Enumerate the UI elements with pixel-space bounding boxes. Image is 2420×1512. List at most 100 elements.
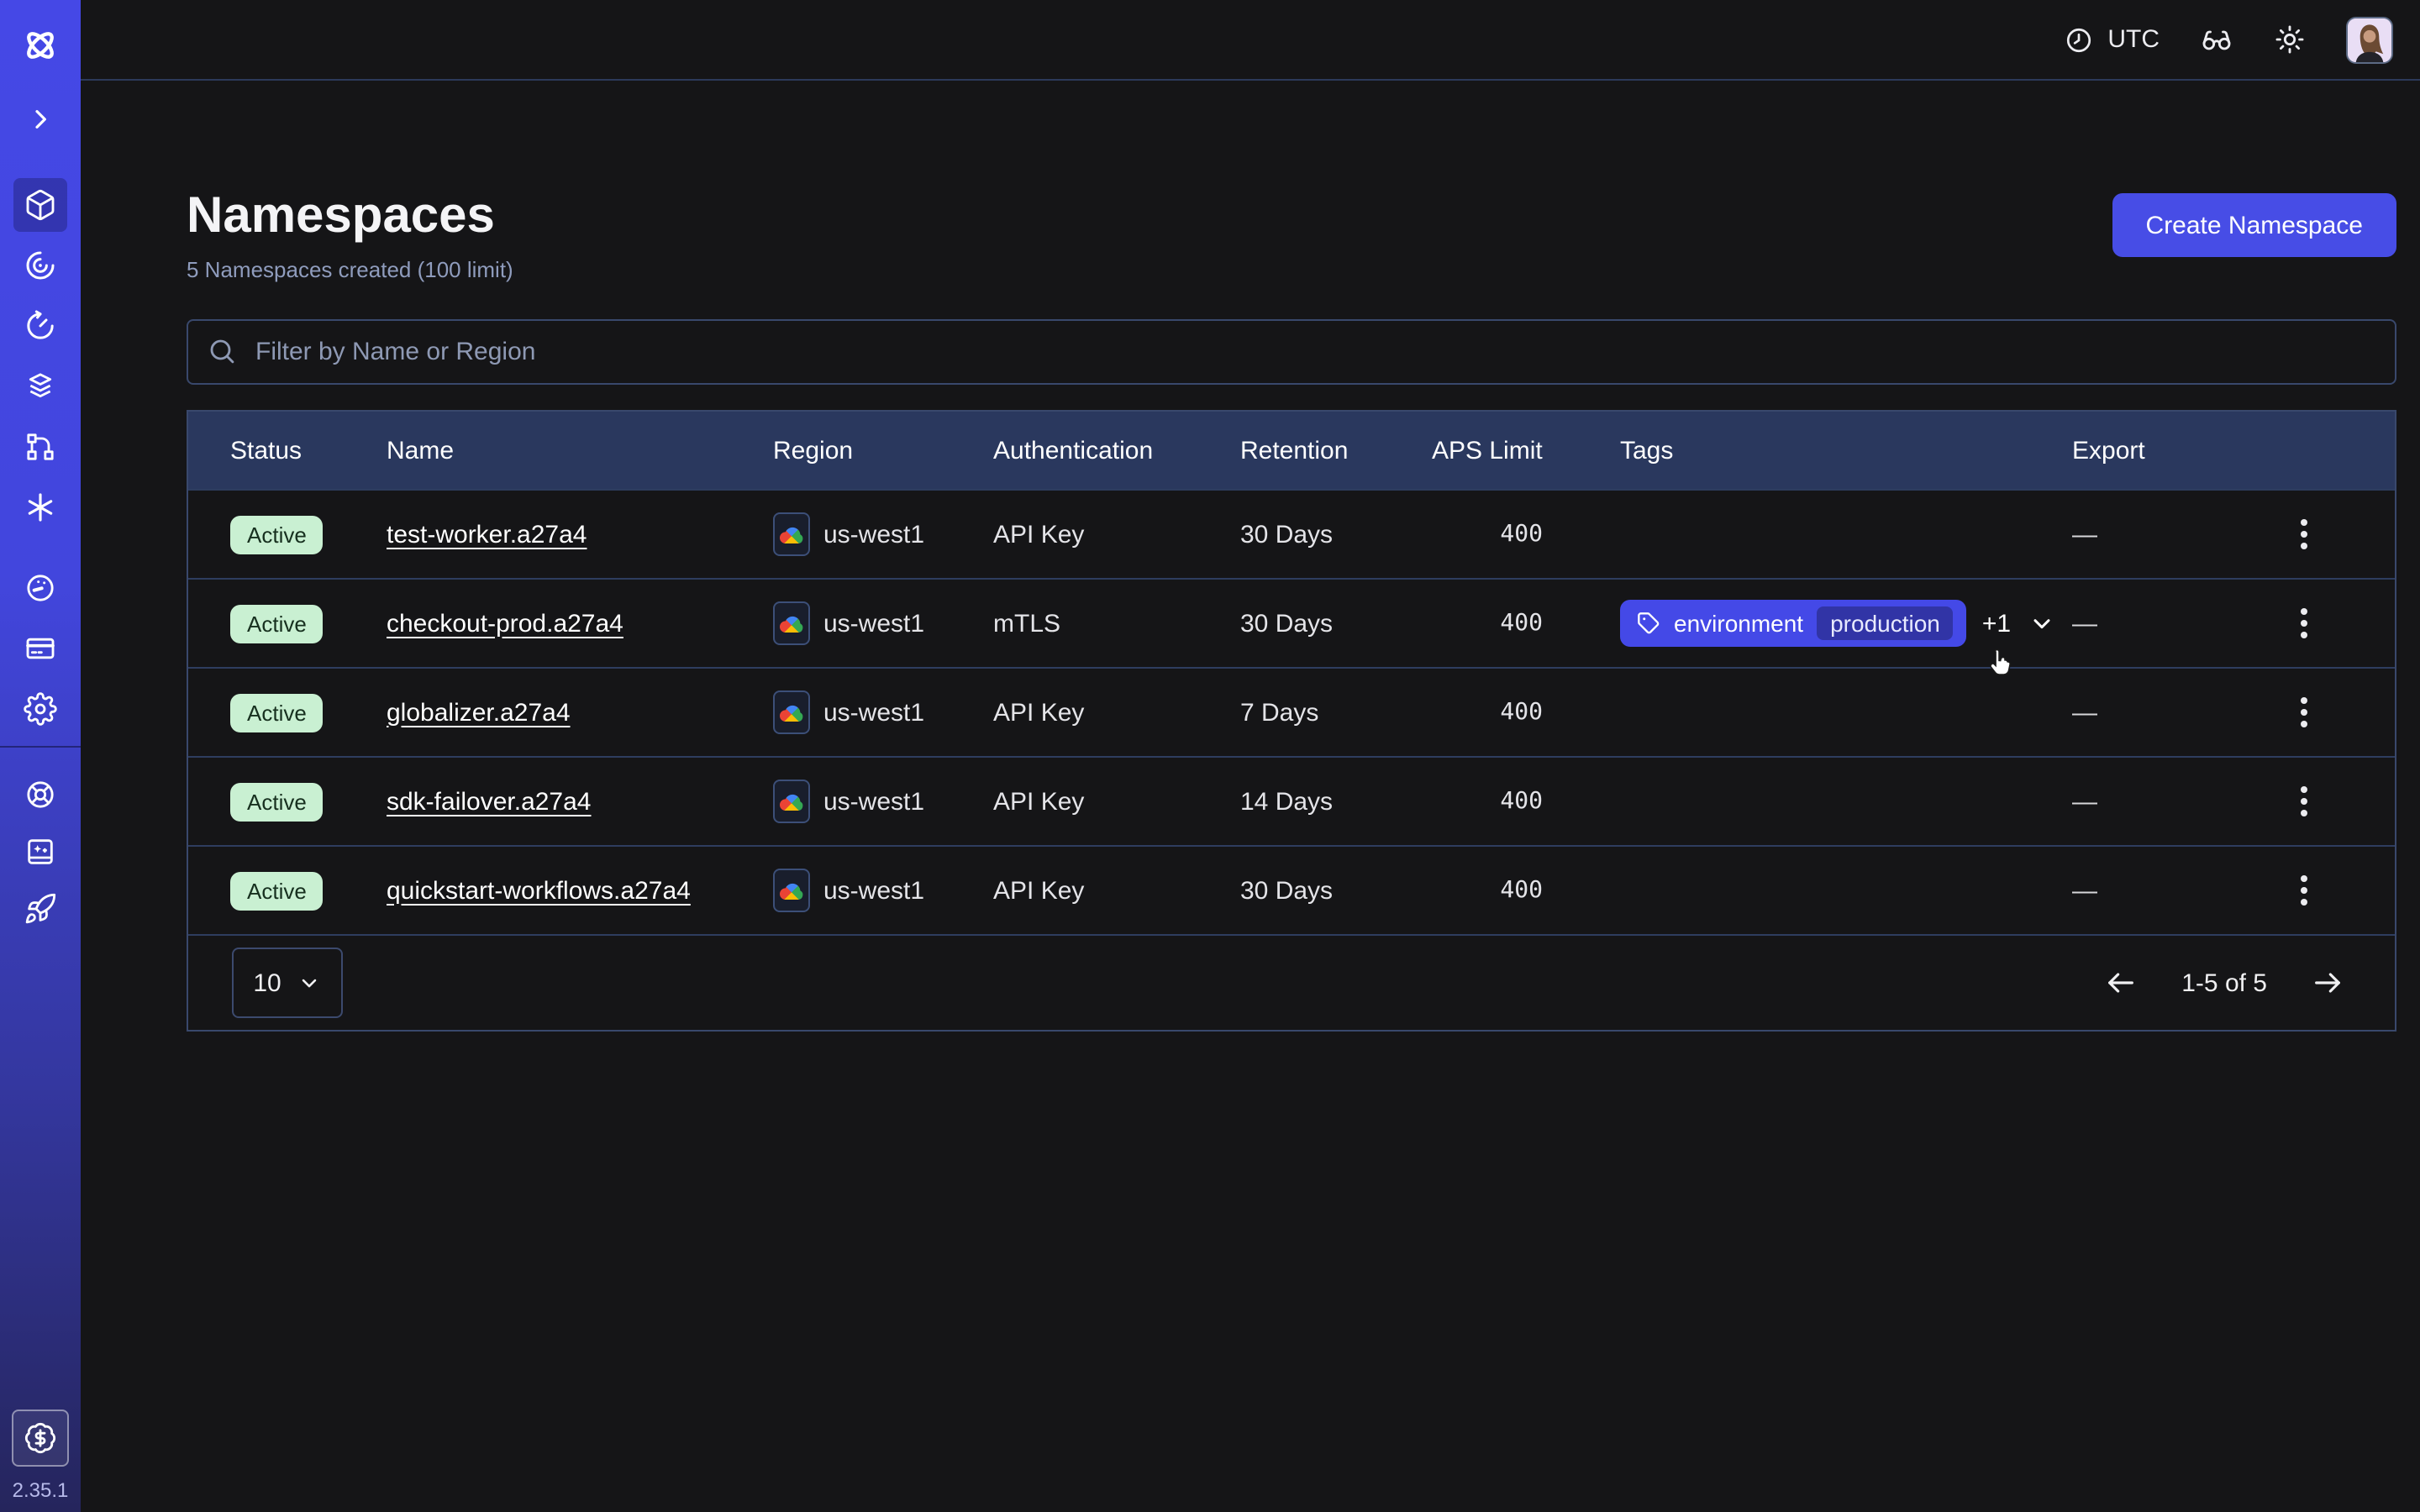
table-row: Active test-worker.a27a4 us-west1 API Ke…: [188, 489, 2395, 578]
status-badge: Active: [230, 871, 324, 910]
tags-cell: environment production +1: [1597, 600, 2049, 647]
temporal-logo[interactable]: [13, 18, 67, 72]
row-menu-button[interactable]: [2291, 865, 2317, 916]
arrow-left-icon: [2104, 966, 2138, 1000]
status-badge: Active: [230, 693, 324, 732]
page-subtitle: 5 Namespaces created (100 limit): [187, 257, 513, 282]
row-menu-button[interactable]: [2291, 509, 2317, 559]
auth-value: API Key: [970, 698, 1217, 727]
sidebar-item-getting-started[interactable]: [13, 882, 67, 936]
sidebar-item-namespaces[interactable]: [13, 178, 67, 232]
auth-value: mTLS: [970, 609, 1217, 638]
lifebuoy-icon: [24, 778, 57, 811]
auth-value: API Key: [970, 520, 1217, 549]
cube-icon: [24, 188, 57, 222]
tag-pill[interactable]: environment production: [1620, 600, 1967, 647]
sidebar-expand-button[interactable]: [13, 92, 67, 146]
region-label: us-west1: [823, 787, 924, 816]
gauge-icon: [24, 571, 57, 605]
branch-icon: [24, 430, 57, 464]
sidebar-item-usage[interactable]: [13, 561, 67, 615]
row-menu-button[interactable]: [2291, 687, 2317, 738]
page-title: Namespaces: [187, 188, 513, 245]
pagination-range: 1-5 of 5: [2181, 969, 2267, 997]
namespace-link[interactable]: quickstart-workflows.a27a4: [387, 876, 691, 905]
auth-value: API Key: [970, 787, 1217, 816]
clock-icon: [2064, 24, 2094, 55]
region-label: us-west1: [823, 876, 924, 905]
tag-value: production: [1817, 606, 1954, 640]
table-header-row: Status Name Region Authentication Retent…: [188, 412, 2395, 489]
previous-page-button[interactable]: [2097, 959, 2144, 1006]
export-value: —: [2049, 787, 2190, 816]
status-badge: Active: [230, 515, 324, 554]
tags-more-count: +1: [1982, 609, 2011, 638]
table-row: Active quickstart-workflows.a27a4 us-wes…: [188, 845, 2395, 934]
column-header-tags: Tags: [1597, 436, 2049, 465]
spiral-icon: [24, 249, 57, 282]
google-cloud-icon: [773, 690, 810, 734]
column-header-retention: Retention: [1217, 436, 1408, 465]
search-icon: [207, 336, 237, 366]
sidebar-item-support[interactable]: [13, 768, 67, 822]
main-content: Namespaces 5 Namespaces created (100 lim…: [81, 81, 2420, 1512]
row-menu-button[interactable]: [2291, 598, 2317, 648]
row-menu-button[interactable]: [2291, 776, 2317, 827]
book-sparkle-icon: [24, 835, 57, 869]
sun-icon: [2274, 24, 2306, 55]
sidebar-item-settings[interactable]: [13, 682, 67, 736]
table-pagination: 10 1-5 of 5: [188, 934, 2395, 1030]
auth-value: API Key: [970, 876, 1217, 905]
gear-icon: [24, 692, 57, 726]
pricing-badge-button[interactable]: [12, 1410, 69, 1467]
namespace-link[interactable]: test-worker.a27a4: [387, 520, 587, 549]
column-header-region: Region: [750, 436, 970, 465]
theme-toggle[interactable]: [2274, 24, 2306, 55]
region-label: us-west1: [823, 698, 924, 727]
export-value: —: [2049, 520, 2190, 549]
status-badge: Active: [230, 604, 324, 643]
next-page-button[interactable]: [2304, 959, 2351, 1006]
timezone-selector[interactable]: UTC: [2064, 24, 2160, 55]
namespace-link[interactable]: sdk-failover.a27a4: [387, 787, 592, 816]
retention-value: 7 Days: [1217, 698, 1408, 727]
aps-limit-value: 400: [1408, 877, 1597, 904]
retention-value: 30 Days: [1217, 520, 1408, 549]
labs-mode-toggle[interactable]: [2200, 23, 2233, 56]
rocket-icon: [24, 892, 57, 926]
tag-icon: [1637, 612, 1660, 635]
create-namespace-button[interactable]: Create Namespace: [2112, 193, 2396, 257]
filter-input[interactable]: [187, 319, 2396, 385]
google-cloud-icon: [773, 512, 810, 556]
sidebar-item-nexus[interactable]: [13, 480, 67, 534]
table-row: Active checkout-prod.a27a4 us-west1 mTLS…: [188, 578, 2395, 667]
aps-limit-value: 400: [1408, 521, 1597, 548]
aps-limit-value: 400: [1408, 788, 1597, 815]
sidebar-item-batch-operations[interactable]: [13, 420, 67, 474]
region-label: us-west1: [823, 609, 924, 638]
namespaces-table: Status Name Region Authentication Retent…: [187, 410, 2396, 1032]
page-size-select[interactable]: 10: [232, 948, 343, 1018]
sidebar-item-deployments[interactable]: [13, 360, 67, 413]
tag-key: environment: [1674, 610, 1803, 637]
region-label: us-west1: [823, 520, 924, 549]
table-row: Active globalizer.a27a4 us-west1 API Key…: [188, 667, 2395, 756]
namespace-link[interactable]: checkout-prod.a27a4: [387, 609, 623, 638]
sidebar-item-billing[interactable]: [13, 622, 67, 675]
user-avatar[interactable]: [2346, 16, 2393, 63]
topbar: UTC: [81, 0, 2420, 81]
sidebar-item-docs[interactable]: [13, 825, 67, 879]
column-header-name: Name: [363, 436, 750, 465]
google-cloud-icon: [773, 780, 810, 823]
google-cloud-icon: [773, 869, 810, 912]
app-window: 2.35.1 UTC: [0, 0, 2420, 1512]
retention-value: 14 Days: [1217, 787, 1408, 816]
column-header-export: Export: [2049, 436, 2190, 465]
sidebar-item-schedules[interactable]: [13, 299, 67, 353]
export-value: —: [2049, 609, 2190, 638]
credit-card-icon: [24, 632, 57, 665]
sidebar-item-workflows[interactable]: [13, 239, 67, 292]
namespace-link[interactable]: globalizer.a27a4: [387, 698, 571, 727]
asterisk-icon: [24, 491, 57, 524]
badge-dollar-icon: [24, 1421, 57, 1455]
